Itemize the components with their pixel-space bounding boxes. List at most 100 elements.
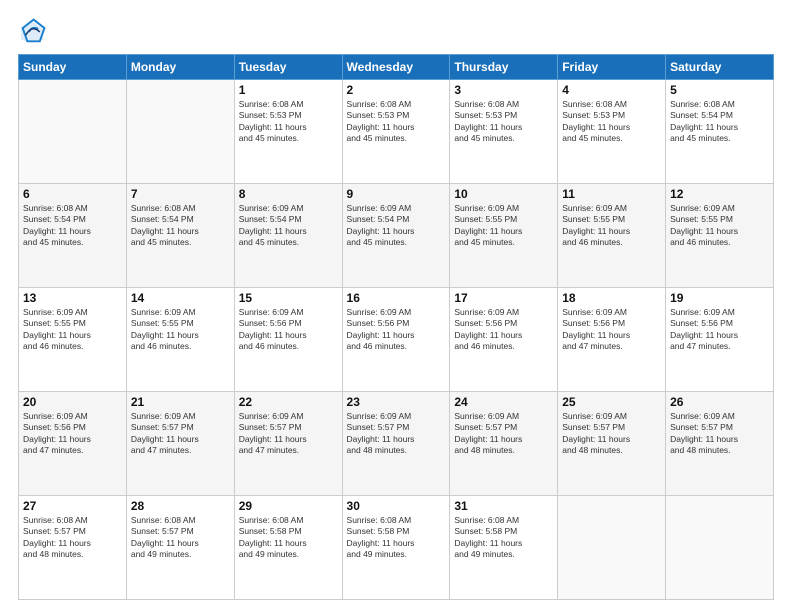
calendar-cell: 19 Sunrise: 6:09 AM Sunset: 5:56 PM Dayli… <box>666 288 774 392</box>
calendar-cell: 5 Sunrise: 6:08 AM Sunset: 5:54 PM Daylig… <box>666 80 774 184</box>
day-info: Sunrise: 6:08 AM Sunset: 5:54 PM Dayligh… <box>670 99 769 145</box>
weekday-header-friday: Friday <box>558 55 666 80</box>
week-row-4: 20 Sunrise: 6:09 AM Sunset: 5:56 PM Dayli… <box>19 392 774 496</box>
calendar-cell: 26 Sunrise: 6:09 AM Sunset: 5:57 PM Dayli… <box>666 392 774 496</box>
calendar-cell: 31 Sunrise: 6:08 AM Sunset: 5:58 PM Dayli… <box>450 496 558 600</box>
calendar-cell: 18Sunrise: 6:09 AM Sunset: 5:56 PM Dayli… <box>558 288 666 392</box>
day-info: Sunrise: 6:08 AM Sunset: 5:58 PM Dayligh… <box>347 515 446 561</box>
calendar-cell: 2Sunrise: 6:08 AM Sunset: 5:53 PM Daylig… <box>342 80 450 184</box>
calendar-cell: 17 Sunrise: 6:09 AM Sunset: 5:56 PM Dayli… <box>450 288 558 392</box>
day-info: Sunrise: 6:08 AM Sunset: 5:57 PM Dayligh… <box>23 515 122 561</box>
day-number: 11 <box>562 187 661 201</box>
week-row-1: 1 Sunrise: 6:08 AM Sunset: 5:53 PM Daylig… <box>19 80 774 184</box>
logo <box>18 18 50 46</box>
calendar-cell: 29Sunrise: 6:08 AM Sunset: 5:58 PM Dayli… <box>234 496 342 600</box>
calendar-header: SundayMondayTuesdayWednesdayThursdayFrid… <box>19 55 774 80</box>
day-info: Sunrise: 6:09 AM Sunset: 5:56 PM Dayligh… <box>670 307 769 353</box>
calendar-cell: 15 Sunrise: 6:09 AM Sunset: 5:56 PM Dayli… <box>234 288 342 392</box>
calendar-cell <box>558 496 666 600</box>
calendar-cell: 13Sunrise: 6:09 AM Sunset: 5:55 PM Dayli… <box>19 288 127 392</box>
day-info: Sunrise: 6:09 AM Sunset: 5:56 PM Dayligh… <box>23 411 122 457</box>
day-number: 26 <box>670 395 769 409</box>
weekday-header-saturday: Saturday <box>666 55 774 80</box>
calendar-cell: 21Sunrise: 6:09 AM Sunset: 5:57 PM Dayli… <box>126 392 234 496</box>
calendar-cell: 7 Sunrise: 6:08 AM Sunset: 5:54 PM Daylig… <box>126 184 234 288</box>
day-info: Sunrise: 6:09 AM Sunset: 5:56 PM Dayligh… <box>239 307 338 353</box>
logo-icon <box>18 18 46 46</box>
calendar-cell: 24 Sunrise: 6:09 AM Sunset: 5:57 PM Dayli… <box>450 392 558 496</box>
calendar-cell: 9Sunrise: 6:09 AM Sunset: 5:54 PM Daylig… <box>342 184 450 288</box>
day-number: 20 <box>23 395 122 409</box>
week-row-5: 27 Sunrise: 6:08 AM Sunset: 5:57 PM Dayli… <box>19 496 774 600</box>
calendar-cell: 23Sunrise: 6:09 AM Sunset: 5:57 PM Dayli… <box>342 392 450 496</box>
day-number: 31 <box>454 499 553 513</box>
day-info: Sunrise: 6:09 AM Sunset: 5:57 PM Dayligh… <box>239 411 338 457</box>
day-number: 24 <box>454 395 553 409</box>
day-info: Sunrise: 6:09 AM Sunset: 5:54 PM Dayligh… <box>239 203 338 249</box>
week-row-2: 6 Sunrise: 6:08 AM Sunset: 5:54 PM Daylig… <box>19 184 774 288</box>
day-number: 19 <box>670 291 769 305</box>
calendar-cell: 12Sunrise: 6:09 AM Sunset: 5:55 PM Dayli… <box>666 184 774 288</box>
calendar-cell: 30 Sunrise: 6:08 AM Sunset: 5:58 PM Dayli… <box>342 496 450 600</box>
day-info: Sunrise: 6:09 AM Sunset: 5:55 PM Dayligh… <box>562 203 661 249</box>
day-number: 10 <box>454 187 553 201</box>
day-info: Sunrise: 6:09 AM Sunset: 5:56 PM Dayligh… <box>562 307 661 353</box>
calendar-cell: 8 Sunrise: 6:09 AM Sunset: 5:54 PM Daylig… <box>234 184 342 288</box>
day-info: Sunrise: 6:08 AM Sunset: 5:54 PM Dayligh… <box>131 203 230 249</box>
calendar-table: SundayMondayTuesdayWednesdayThursdayFrid… <box>18 54 774 600</box>
day-info: Sunrise: 6:08 AM Sunset: 5:58 PM Dayligh… <box>454 515 553 561</box>
day-number: 5 <box>670 83 769 97</box>
weekday-header-monday: Monday <box>126 55 234 80</box>
day-number: 27 <box>23 499 122 513</box>
day-number: 15 <box>239 291 338 305</box>
day-number: 30 <box>347 499 446 513</box>
day-info: Sunrise: 6:09 AM Sunset: 5:55 PM Dayligh… <box>454 203 553 249</box>
day-number: 3 <box>454 83 553 97</box>
calendar-cell: 16Sunrise: 6:09 AM Sunset: 5:56 PM Dayli… <box>342 288 450 392</box>
calendar-cell <box>126 80 234 184</box>
day-number: 6 <box>23 187 122 201</box>
calendar-cell: 4Sunrise: 6:08 AM Sunset: 5:53 PM Daylig… <box>558 80 666 184</box>
calendar-cell <box>666 496 774 600</box>
page: SundayMondayTuesdayWednesdayThursdayFrid… <box>0 0 792 612</box>
day-info: Sunrise: 6:08 AM Sunset: 5:53 PM Dayligh… <box>347 99 446 145</box>
day-info: Sunrise: 6:09 AM Sunset: 5:56 PM Dayligh… <box>454 307 553 353</box>
weekday-header-wednesday: Wednesday <box>342 55 450 80</box>
day-info: Sunrise: 6:09 AM Sunset: 5:55 PM Dayligh… <box>131 307 230 353</box>
calendar-cell: 10 Sunrise: 6:09 AM Sunset: 5:55 PM Dayli… <box>450 184 558 288</box>
day-info: Sunrise: 6:09 AM Sunset: 5:57 PM Dayligh… <box>562 411 661 457</box>
calendar-cell: 27 Sunrise: 6:08 AM Sunset: 5:57 PM Dayli… <box>19 496 127 600</box>
day-number: 28 <box>131 499 230 513</box>
calendar-cell: 28 Sunrise: 6:08 AM Sunset: 5:57 PM Dayli… <box>126 496 234 600</box>
day-number: 22 <box>239 395 338 409</box>
calendar-cell: 1 Sunrise: 6:08 AM Sunset: 5:53 PM Daylig… <box>234 80 342 184</box>
calendar-cell: 20 Sunrise: 6:09 AM Sunset: 5:56 PM Dayli… <box>19 392 127 496</box>
day-number: 1 <box>239 83 338 97</box>
calendar-cell: 14Sunrise: 6:09 AM Sunset: 5:55 PM Dayli… <box>126 288 234 392</box>
week-row-3: 13 Sunrise: 6:09 AM Sunset: 5:55 PM Dayli… <box>19 288 774 392</box>
calendar-cell: 11 Sunrise: 6:09 AM Sunset: 5:55 PM Dayli… <box>558 184 666 288</box>
header <box>18 18 774 46</box>
day-number: 7 <box>131 187 230 201</box>
calendar-cell <box>19 80 127 184</box>
day-info: Sunrise: 6:08 AM Sunset: 5:58 PM Dayligh… <box>239 515 338 561</box>
day-info: Sunrise: 6:09 AM Sunset: 5:57 PM Dayligh… <box>131 411 230 457</box>
day-info: Sunrise: 6:09 AM Sunset: 5:57 PM Dayligh… <box>670 411 769 457</box>
day-number: 13 <box>23 291 122 305</box>
day-number: 17 <box>454 291 553 305</box>
day-info: Sunrise: 6:09 AM Sunset: 5:57 PM Dayligh… <box>347 411 446 457</box>
day-info: Sunrise: 6:09 AM Sunset: 5:57 PM Dayligh… <box>454 411 553 457</box>
day-info: Sunrise: 6:08 AM Sunset: 5:53 PM Dayligh… <box>562 99 661 145</box>
weekday-header-tuesday: Tuesday <box>234 55 342 80</box>
day-info: Sunrise: 6:08 AM Sunset: 5:57 PM Dayligh… <box>131 515 230 561</box>
day-number: 16 <box>347 291 446 305</box>
calendar-cell: 22 Sunrise: 6:09 AM Sunset: 5:57 PM Dayli… <box>234 392 342 496</box>
weekday-header-sunday: Sunday <box>19 55 127 80</box>
calendar-cell: 3 Sunrise: 6:08 AM Sunset: 5:53 PM Daylig… <box>450 80 558 184</box>
day-number: 12 <box>670 187 769 201</box>
weekday-row: SundayMondayTuesdayWednesdayThursdayFrid… <box>19 55 774 80</box>
day-number: 8 <box>239 187 338 201</box>
day-number: 9 <box>347 187 446 201</box>
day-info: Sunrise: 6:08 AM Sunset: 5:53 PM Dayligh… <box>454 99 553 145</box>
day-info: Sunrise: 6:08 AM Sunset: 5:53 PM Dayligh… <box>239 99 338 145</box>
